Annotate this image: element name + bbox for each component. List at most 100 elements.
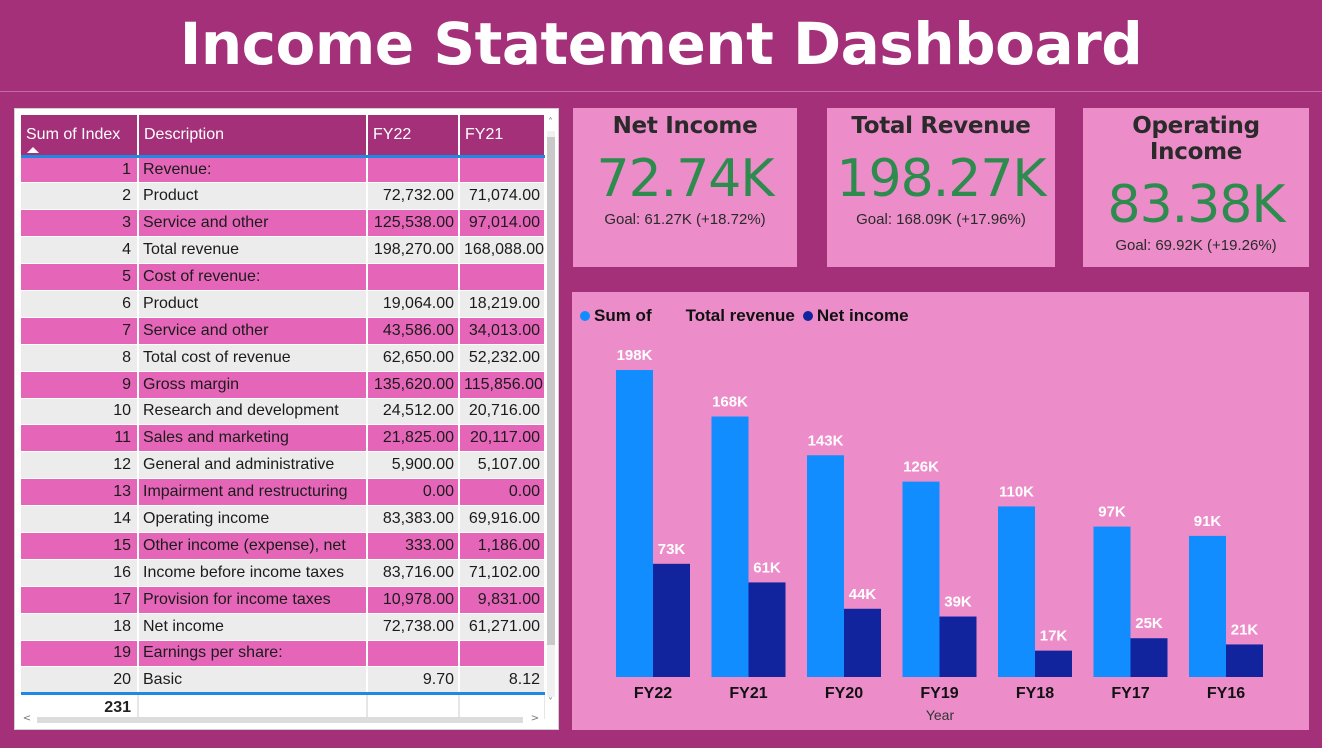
row-index-cell: 17 — [21, 586, 139, 614]
table-row[interactable]: 18 Net income 72,738.00 61,271.00 — [21, 613, 545, 641]
table-row[interactable]: 4 Total revenue 198,270.00 168,088.00 — [21, 236, 545, 265]
row-fy22-cell: 19,064.00 — [367, 290, 460, 318]
data-label: 73K — [658, 541, 686, 558]
x-axis-title: Year — [926, 707, 955, 723]
bar-net-income[interactable] — [1035, 650, 1072, 677]
table-row[interactable]: 15 Other income (expense), net 333.00 1,186… — [21, 532, 545, 560]
column-header-sum-of-index[interactable]: Sum of Index — [21, 115, 139, 158]
table-row[interactable]: 10 Research and development 24,512.00 20,71… — [21, 398, 545, 426]
table-row[interactable]: 19 Earnings per share: — [21, 640, 545, 668]
row-description-cell: Sales and marketing — [138, 424, 368, 453]
row-description-cell: Impairment and restructuring — [138, 478, 368, 507]
row-description-cell: Other income (expense), net — [138, 532, 368, 560]
income-statement-table[interactable]: Sum of Index Description FY22 FY21 1 Reve… — [14, 108, 559, 730]
table-row[interactable]: 2 Product 72,732.00 71,074.00 — [21, 182, 545, 211]
table-row[interactable]: 20 Basic 9.70 8.12 — [21, 666, 545, 695]
row-fy21-cell: 71,102.00 — [459, 559, 545, 587]
sort-ascending-icon[interactable] — [27, 146, 39, 153]
bar-net-income[interactable] — [1226, 644, 1263, 677]
row-fy21-cell: 5,107.00 — [459, 451, 545, 480]
row-fy21-cell: 115,856.00 — [459, 371, 545, 399]
row-index-cell: 19 — [21, 640, 139, 668]
vertical-scrollbar[interactable]: ˄ ˅ — [545, 117, 556, 709]
row-fy21-cell: 61,271.00 — [459, 613, 545, 641]
bar-total-revenue[interactable] — [807, 455, 844, 677]
kpi-goal: Goal: 69.92K (+19.26%) — [1115, 237, 1277, 254]
row-fy21-cell — [459, 263, 545, 291]
row-fy22-cell: 72,732.00 — [367, 182, 460, 211]
bar-net-income[interactable] — [748, 582, 786, 677]
table-row[interactable]: 9 Gross margin 135,620.00 115,856.00 — [21, 371, 545, 399]
kpi-card-total-revenue[interactable]: Total Revenue 198.27K Goal: 168.09K (+17… — [827, 108, 1055, 267]
row-fy22-cell: 21,825.00 — [367, 424, 460, 453]
table-row[interactable]: 5 Cost of revenue: — [21, 263, 545, 291]
data-label: 97K — [1098, 504, 1126, 521]
data-label: 110K — [999, 483, 1034, 500]
bar-total-revenue[interactable] — [1093, 526, 1131, 677]
table-row[interactable]: 14 Operating income 83,383.00 69,916.00 — [21, 505, 545, 533]
row-index-cell: 10 — [21, 398, 139, 426]
row-index-cell: 20 — [21, 666, 139, 695]
row-description-cell: Revenue: — [138, 156, 368, 184]
bar-total-revenue[interactable] — [902, 481, 940, 677]
table-row[interactable]: 17 Provision for income taxes 10,978.00 9,8… — [21, 586, 545, 614]
bar-net-income[interactable] — [1130, 638, 1168, 677]
x-tick-label: FY22 — [634, 685, 672, 702]
kpi-title: Operating Income — [1132, 113, 1260, 165]
table-body: 1 Revenue: 2 Product 72,732.00 71,074.00 3 Serv… — [21, 156, 545, 695]
x-tick-label: FY19 — [920, 685, 958, 702]
row-description-cell: Service and other — [138, 209, 368, 238]
data-label: 17K — [1040, 628, 1068, 645]
table-row[interactable]: 7 Service and other 43,586.00 34,013.00 — [21, 317, 545, 345]
table-row[interactable]: 16 Income before income taxes 83,716.00 71,… — [21, 559, 545, 587]
scroll-left-icon[interactable]: < — [21, 713, 33, 725]
row-fy21-cell — [459, 640, 545, 668]
revenue-income-chart[interactable]: Sum of Total revenue Net income 198K 73K F… — [572, 292, 1309, 730]
bar-net-income[interactable] — [939, 616, 977, 677]
table-row[interactable]: 12 General and administrative 5,900.00 5,10… — [21, 451, 545, 480]
row-fy22-cell: 24,512.00 — [367, 398, 460, 426]
bar-total-revenue[interactable] — [1189, 535, 1226, 677]
row-index-cell: 16 — [21, 559, 139, 587]
bar-total-revenue[interactable] — [711, 416, 749, 677]
table-row[interactable]: 6 Product 19,064.00 18,219.00 — [21, 290, 545, 318]
column-header-fy22[interactable]: FY22 — [367, 115, 460, 158]
bar-net-income[interactable] — [844, 608, 881, 677]
row-index-cell: 11 — [21, 424, 139, 453]
bar-total-revenue[interactable] — [998, 506, 1035, 677]
horizontal-scroll-track[interactable] — [37, 717, 523, 723]
row-fy22-cell: 5,900.00 — [367, 451, 460, 480]
row-description-cell: Total revenue — [138, 236, 368, 265]
row-fy21-cell: 9,831.00 — [459, 586, 545, 614]
scroll-up-icon[interactable]: ˄ — [545, 117, 556, 129]
table-row[interactable]: 11 Sales and marketing 21,825.00 20,117.00 — [21, 424, 545, 453]
x-tick-label: FY20 — [825, 685, 863, 702]
scroll-down-icon[interactable]: ˅ — [545, 697, 556, 709]
column-header-label: Sum of Index — [26, 125, 121, 143]
kpi-goal: Goal: 61.27K (+18.72%) — [604, 211, 766, 228]
row-fy21-cell: 20,117.00 — [459, 424, 545, 453]
row-index-cell: 9 — [21, 371, 139, 399]
table-row[interactable]: 1 Revenue: — [21, 156, 545, 184]
row-fy21-cell: 52,232.00 — [459, 344, 545, 372]
data-label: 21K — [1231, 621, 1259, 638]
horizontal-scrollbar[interactable]: < > — [21, 713, 541, 725]
bar-net-income[interactable] — [653, 563, 690, 677]
bar-total-revenue[interactable] — [616, 370, 653, 677]
table-row[interactable]: 8 Total cost of revenue 62,650.00 52,232.00 — [21, 344, 545, 372]
vertical-scroll-thumb[interactable] — [547, 137, 555, 645]
row-index-cell: 13 — [21, 478, 139, 507]
row-fy21-cell: 0.00 — [459, 478, 545, 507]
table-row[interactable]: 13 Impairment and restructuring 0.00 0.00 — [21, 478, 545, 507]
column-header-description[interactable]: Description — [138, 115, 368, 158]
scroll-right-icon[interactable]: > — [529, 713, 541, 725]
row-description-cell: Service and other — [138, 317, 368, 345]
kpi-card-net-income[interactable]: Net Income 72.74K Goal: 61.27K (+18.72%) — [573, 108, 797, 267]
kpi-card-operating-income[interactable]: Operating Income 83.38K Goal: 69.92K (+1… — [1083, 108, 1309, 267]
row-fy22-cell — [367, 263, 460, 291]
column-header-fy21[interactable]: FY21 — [459, 115, 545, 158]
x-tick-label: FY18 — [1016, 685, 1054, 702]
table-row[interactable]: 3 Service and other 125,538.00 97,014.00 — [21, 209, 545, 238]
row-fy22-cell — [367, 640, 460, 668]
row-description-cell: Net income — [138, 613, 368, 641]
